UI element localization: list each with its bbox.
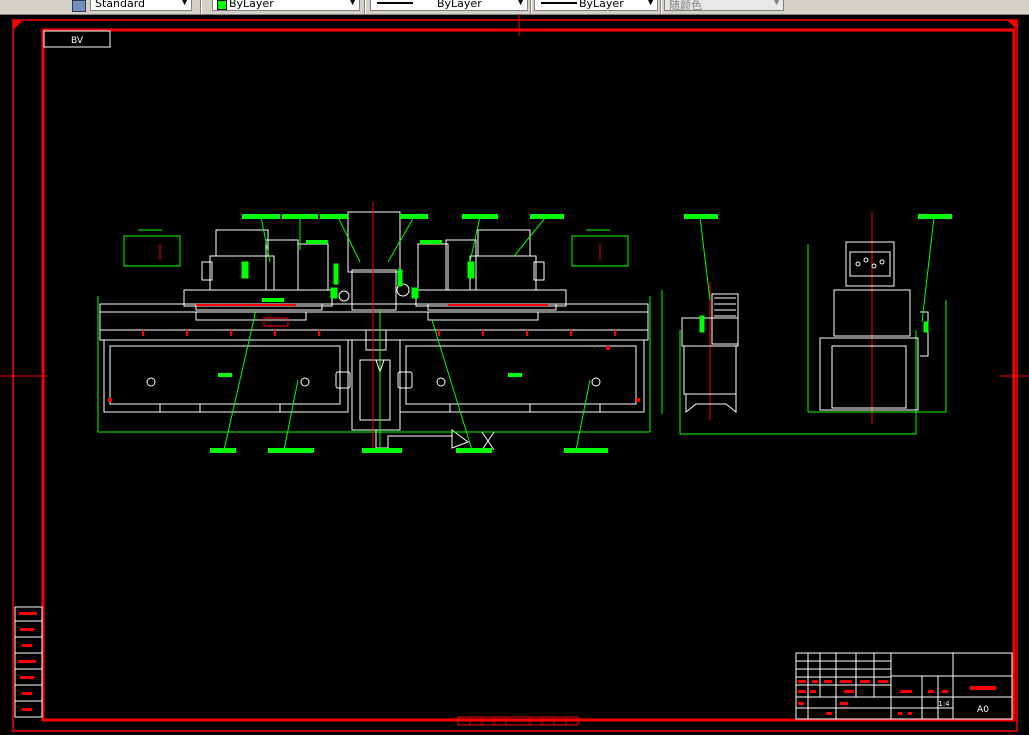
linetype-preview <box>377 2 413 4</box>
chevron-down-icon: ▼ <box>181 0 188 7</box>
callout-tag <box>508 373 522 377</box>
callout-tag <box>456 448 492 453</box>
callout-tag <box>320 214 348 219</box>
side-dimensions <box>679 315 917 435</box>
view-label: BV <box>71 36 84 46</box>
callout-tag <box>242 214 280 219</box>
toolbar-divider <box>530 0 532 14</box>
chevron-down-icon: ▼ <box>647 0 654 7</box>
callout-tag <box>210 448 236 453</box>
properties-toolbar: Standard ▼ ByLayer ▼ ByLayer ▼ ByLayer ▼… <box>0 0 1029 15</box>
lineweight-preview <box>541 2 577 4</box>
scale-value: 1:4 <box>938 700 950 708</box>
chevron-down-icon: ▼ <box>773 0 780 7</box>
callout-tag <box>282 214 318 219</box>
toolbar-divider <box>364 0 366 14</box>
callout-tag <box>420 240 442 244</box>
title-block: 1:4 A0 <box>795 652 1013 720</box>
lineweight-combo[interactable]: ByLayer ▼ <box>534 0 658 11</box>
front-fittings <box>108 304 640 402</box>
text-style-value: Standard <box>95 0 146 10</box>
linetype-combo[interactable]: ByLayer ▼ <box>370 0 528 11</box>
callout-tag <box>564 448 608 453</box>
callout-tag <box>462 214 498 219</box>
callout-tag <box>684 214 718 219</box>
chevron-down-icon: ▼ <box>349 0 356 7</box>
linetype-value: ByLayer <box>437 0 482 10</box>
toolbar-divider <box>200 0 202 14</box>
plotstyle-combo[interactable]: 随颜色 ▼ <box>664 0 784 11</box>
color-swatch <box>217 0 227 10</box>
toolbar-divider <box>660 0 662 14</box>
lineweight-value: ByLayer <box>579 0 624 10</box>
callout-tag <box>530 214 564 219</box>
callout-tag <box>218 373 232 377</box>
leader-lines <box>223 216 935 451</box>
revision-table <box>14 606 43 718</box>
color-value: ByLayer <box>229 0 274 10</box>
view-label-box: BV <box>43 30 111 48</box>
sheet-size: A0 <box>977 705 989 715</box>
callout-tag <box>918 214 952 219</box>
sheet-frame <box>0 14 1029 732</box>
callout-tag <box>306 240 328 244</box>
callout-tag <box>262 298 284 302</box>
end-view <box>819 241 929 411</box>
text-style-combo[interactable]: Standard ▼ <box>90 0 192 11</box>
plotstyle-value: 随颜色 <box>669 0 702 11</box>
callout-tag <box>362 448 402 453</box>
callout-tag <box>268 448 314 453</box>
text-style-icon[interactable] <box>72 0 86 12</box>
chevron-down-icon: ▼ <box>517 0 524 7</box>
color-combo[interactable]: ByLayer ▼ <box>212 0 360 11</box>
front-view <box>99 211 649 451</box>
end-dimensions <box>807 244 947 413</box>
callout-tag <box>400 214 428 219</box>
annotation-tags <box>210 214 952 453</box>
drawing-canvas[interactable]: BV 1:4 A0 <box>0 14 1029 735</box>
